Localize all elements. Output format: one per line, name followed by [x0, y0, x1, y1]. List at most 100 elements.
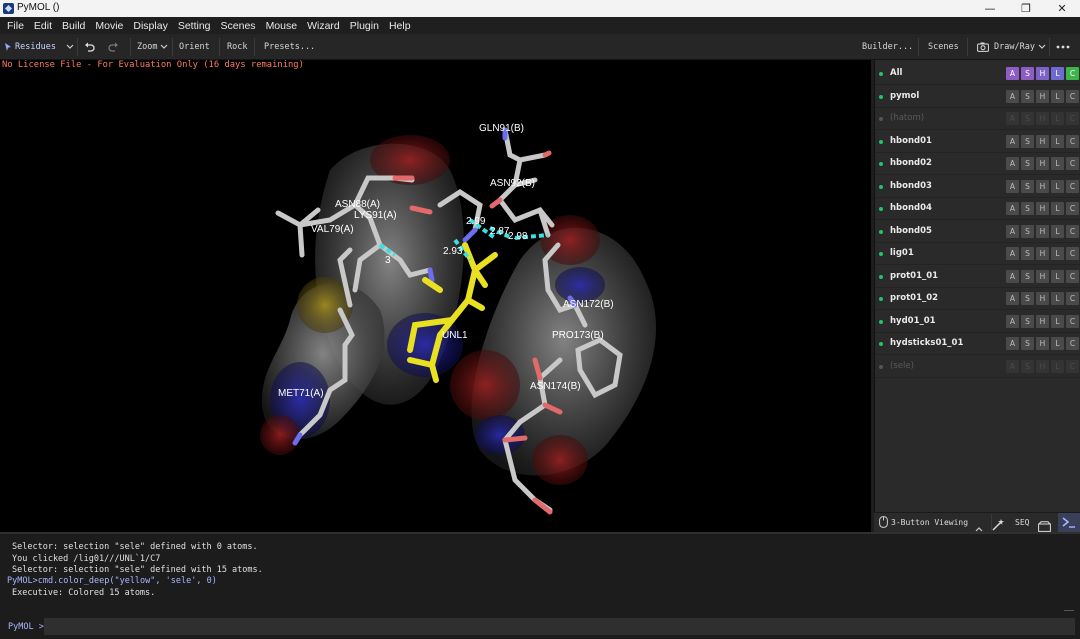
restore-button[interactable]: ❐ — [1008, 0, 1044, 17]
action-button[interactable]: A — [1006, 247, 1019, 260]
label-button[interactable]: L — [1051, 157, 1064, 170]
label-button[interactable]: L — [1051, 67, 1064, 80]
action-button[interactable]: A — [1006, 224, 1019, 238]
show-button[interactable]: S — [1021, 359, 1034, 373]
console-resize-handle[interactable] — [1064, 610, 1074, 611]
menu-edit[interactable]: Edit — [29, 20, 57, 32]
orient-button[interactable]: Orient — [179, 34, 210, 60]
hide-button[interactable]: H — [1036, 314, 1049, 328]
menu-scenes[interactable]: Scenes — [216, 20, 261, 32]
label-button[interactable]: L — [1051, 337, 1064, 350]
molecular-viewport[interactable]: No License File - For Evaluation Only (1… — [0, 60, 871, 532]
hide-button[interactable]: H — [1036, 224, 1049, 238]
color-button[interactable]: C — [1066, 314, 1079, 328]
object-row-pymol[interactable]: pymol A S H L C — [875, 86, 1080, 108]
selection-mode-dropdown[interactable]: Residues — [4, 34, 74, 60]
label-button[interactable]: L — [1051, 134, 1064, 148]
label-button[interactable]: L — [1051, 202, 1064, 215]
show-button[interactable]: S — [1021, 89, 1034, 103]
show-button[interactable]: S — [1021, 314, 1034, 328]
menu-wizard[interactable]: Wizard — [302, 20, 345, 32]
menu-display[interactable]: Display — [128, 20, 172, 32]
color-button[interactable]: C — [1066, 67, 1079, 80]
action-button[interactable]: A — [1006, 67, 1019, 80]
hide-button[interactable]: H — [1036, 134, 1049, 148]
show-button[interactable]: S — [1021, 134, 1034, 148]
hide-button[interactable]: H — [1036, 112, 1049, 125]
object-row-prot01-02[interactable]: prot01_02 A S H L C — [875, 288, 1080, 310]
action-button[interactable]: A — [1006, 179, 1019, 193]
object-row-hbond03[interactable]: hbond03 A S H L C — [875, 176, 1080, 198]
object-row-sele[interactable]: (sele) A S H L C — [875, 356, 1080, 378]
color-button[interactable]: C — [1066, 247, 1079, 260]
rock-button[interactable]: Rock — [227, 34, 247, 60]
color-button[interactable]: C — [1066, 179, 1079, 193]
hide-button[interactable]: H — [1036, 292, 1049, 305]
object-row-hydsticks01-01[interactable]: hydsticks01_01 A S H L C — [875, 333, 1080, 355]
show-button[interactable]: S — [1021, 247, 1034, 260]
mouse-mode-button[interactable]: 3-Button Viewing — [879, 516, 968, 528]
more-options-button[interactable] — [1056, 34, 1072, 60]
object-row-hatom[interactable]: (hatom) A S H L C — [875, 108, 1080, 130]
show-button[interactable]: S — [1021, 112, 1034, 125]
color-button[interactable]: C — [1066, 224, 1079, 238]
hide-button[interactable]: H — [1036, 157, 1049, 170]
draw-ray-dropdown[interactable]: Draw/Ray — [977, 34, 1047, 60]
action-button[interactable]: A — [1006, 89, 1019, 103]
object-row-hyd01-01[interactable]: hyd01_01 A S H L C — [875, 311, 1080, 333]
hide-button[interactable]: H — [1036, 67, 1049, 80]
undo-button[interactable] — [84, 34, 96, 60]
hide-button[interactable]: H — [1036, 247, 1049, 260]
show-button[interactable]: S — [1021, 179, 1034, 193]
command-input[interactable] — [44, 618, 1075, 635]
action-button[interactable]: A — [1006, 314, 1019, 328]
menu-movie[interactable]: Movie — [90, 20, 128, 32]
color-button[interactable]: C — [1066, 112, 1079, 125]
show-button[interactable]: S — [1021, 269, 1034, 283]
color-button[interactable]: C — [1066, 134, 1079, 148]
action-button[interactable]: A — [1006, 134, 1019, 148]
color-button[interactable]: C — [1066, 359, 1079, 373]
hide-button[interactable]: H — [1036, 337, 1049, 350]
menu-plugin[interactable]: Plugin — [345, 20, 384, 32]
action-button[interactable]: A — [1006, 269, 1019, 283]
hide-button[interactable]: H — [1036, 202, 1049, 215]
close-button[interactable]: ✕ — [1044, 0, 1080, 17]
color-button[interactable]: C — [1066, 269, 1079, 283]
show-button[interactable]: S — [1021, 224, 1034, 238]
menu-help[interactable]: Help — [384, 20, 416, 32]
show-button[interactable]: S — [1021, 202, 1034, 215]
hide-button[interactable]: H — [1036, 359, 1049, 373]
action-button[interactable]: A — [1006, 359, 1019, 373]
object-row-hbond05[interactable]: hbond05 A S H L C — [875, 221, 1080, 243]
label-button[interactable]: L — [1051, 89, 1064, 103]
show-button[interactable]: S — [1021, 157, 1034, 170]
action-button[interactable]: A — [1006, 292, 1019, 305]
color-button[interactable]: C — [1066, 292, 1079, 305]
label-button[interactable]: L — [1051, 224, 1064, 238]
scenes-button[interactable]: Scenes — [928, 34, 959, 60]
object-row-prot01-01[interactable]: prot01_01 A S H L C — [875, 266, 1080, 288]
label-button[interactable]: L — [1051, 269, 1064, 283]
redo-button[interactable] — [108, 34, 120, 60]
object-row-lig01[interactable]: lig01 A S H L C — [875, 243, 1080, 265]
sequence-button[interactable]: SEQ — [1015, 518, 1029, 527]
menu-mouse[interactable]: Mouse — [261, 20, 303, 32]
object-row-All[interactable]: All A S H L C — [875, 63, 1080, 85]
show-button[interactable]: S — [1021, 67, 1034, 80]
hide-button[interactable]: H — [1036, 89, 1049, 103]
show-button[interactable]: S — [1021, 292, 1034, 305]
color-button[interactable]: C — [1066, 202, 1079, 215]
menu-file[interactable]: File — [2, 20, 29, 32]
label-button[interactable]: L — [1051, 314, 1064, 328]
presets-button[interactable]: Presets... — [264, 34, 315, 60]
command-line-button[interactable] — [1058, 513, 1080, 533]
action-button[interactable]: A — [1006, 337, 1019, 350]
hide-button[interactable]: H — [1036, 269, 1049, 283]
label-button[interactable]: L — [1051, 292, 1064, 305]
action-button[interactable]: A — [1006, 112, 1019, 125]
color-button[interactable]: C — [1066, 89, 1079, 103]
label-button[interactable]: L — [1051, 179, 1064, 193]
hide-button[interactable]: H — [1036, 179, 1049, 193]
object-row-hbond04[interactable]: hbond04 A S H L C — [875, 198, 1080, 220]
